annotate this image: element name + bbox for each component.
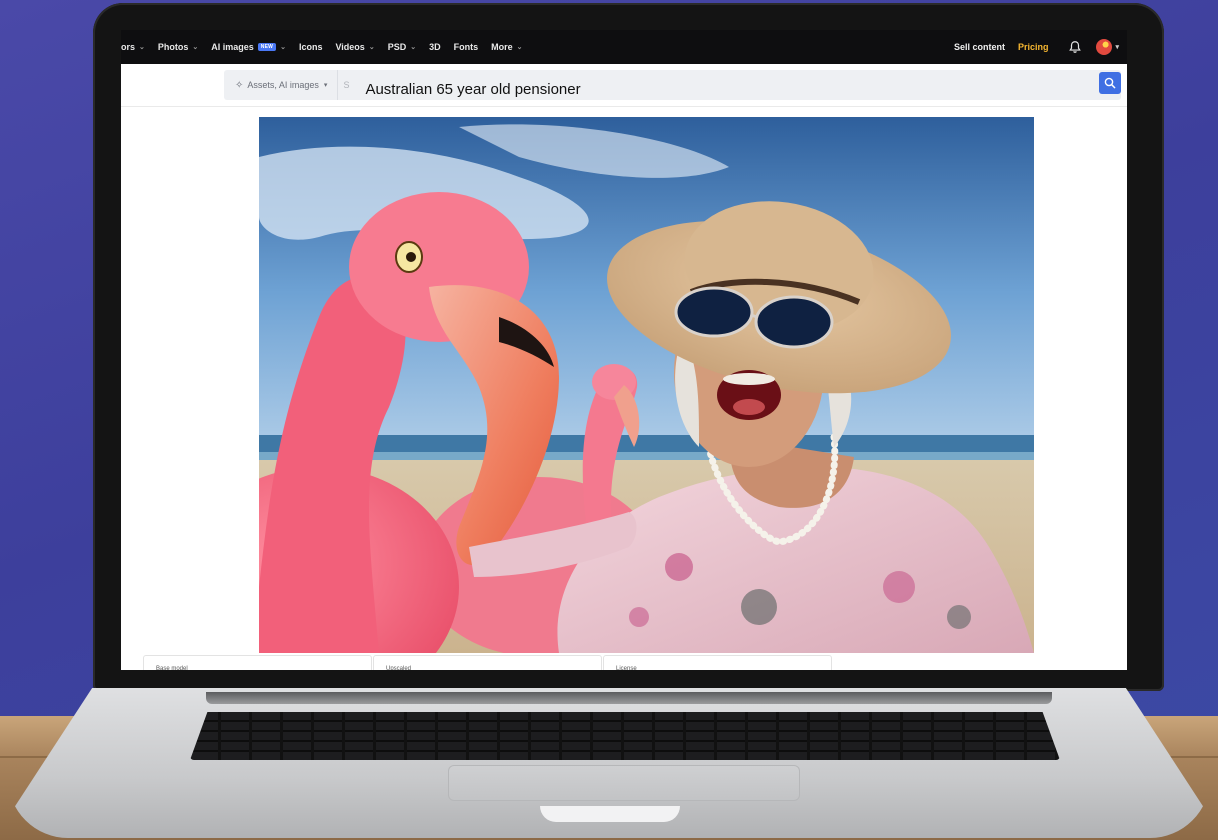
nav-right-group: Sell content Pricing ▾ xyxy=(954,39,1127,55)
search-bar: ✧ Assets, AI images ▾ S Australian 65 ye… xyxy=(224,70,1121,100)
nav-item-ai-images[interactable]: AI images NEW ⌄ xyxy=(211,42,286,52)
nav-item-label: AI images xyxy=(211,42,254,52)
chevron-down-icon: ⌄ xyxy=(192,44,199,51)
top-navigation-bar: ors ⌄ Photos ⌄ AI images NEW ⌄ Icons Vid… xyxy=(121,30,1127,64)
nav-item-label: PSD xyxy=(387,42,407,52)
nav-item-label: 3D xyxy=(429,42,441,52)
nav-item-label: More xyxy=(491,42,513,52)
browser-screen: ors ⌄ Photos ⌄ AI images NEW ⌄ Icons Vid… xyxy=(121,30,1127,670)
chevron-down-icon: ⌄ xyxy=(139,44,145,51)
chevron-down-icon: ⌄ xyxy=(516,44,523,51)
chevron-down-icon: ⌄ xyxy=(368,44,375,51)
nav-item-icons[interactable]: Icons xyxy=(299,42,323,52)
nav-item-more[interactable]: More ⌄ xyxy=(491,42,522,52)
nav-item-3d[interactable]: 3D xyxy=(429,42,441,52)
info-cards: Base model Upscaled License xyxy=(143,655,833,670)
search-row: ✧ Assets, AI images ▾ S Australian 65 ye… xyxy=(121,64,1127,107)
nav-item-fonts[interactable]: Fonts xyxy=(454,42,479,52)
nav-item-label: Fonts xyxy=(453,42,479,52)
search-placeholder-stub: S xyxy=(343,80,350,90)
nav-item-label: ors xyxy=(121,42,136,52)
chevron-down-icon: ▾ xyxy=(323,82,328,89)
new-badge: NEW xyxy=(257,43,277,51)
chevron-down-icon[interactable]: ▾ xyxy=(1115,43,1119,51)
laptop-hinge xyxy=(206,692,1052,704)
search-input[interactable]: Australian 65 year old pensioner xyxy=(365,81,580,98)
chevron-down-icon: ⌄ xyxy=(280,44,286,51)
info-card: License xyxy=(603,655,832,670)
nav-item-videos[interactable]: Videos ⌄ xyxy=(335,42,374,52)
search-icon xyxy=(1104,77,1116,89)
chevron-down-icon: ⌄ xyxy=(410,44,417,51)
info-card: Upscaled xyxy=(373,655,602,670)
laptop-keyboard xyxy=(190,712,1060,760)
nav-item-psd[interactable]: PSD ⌄ xyxy=(388,42,416,52)
nav-item-photos[interactable]: Photos ⌄ xyxy=(158,42,198,52)
sell-content-link[interactable]: Sell content xyxy=(954,42,1005,52)
avatar[interactable] xyxy=(1096,39,1113,55)
nav-item-label: Photos xyxy=(157,42,189,52)
asset-type-dropdown[interactable]: ✧ Assets, AI images ▾ xyxy=(224,70,339,100)
nav-item-label: Videos xyxy=(335,42,365,52)
info-card: Base model xyxy=(143,655,372,670)
nav-item-vectors[interactable]: ors ⌄ xyxy=(121,42,145,52)
pricing-link[interactable]: Pricing xyxy=(1018,42,1049,52)
generated-image xyxy=(259,117,1034,653)
laptop-trackpad xyxy=(448,765,800,801)
asset-type-label: Assets, AI images xyxy=(247,80,319,90)
search-button[interactable] xyxy=(1099,72,1121,94)
laptop-front-notch xyxy=(540,806,680,822)
assets-icon: ✧ xyxy=(235,79,244,91)
nav-item-label: Icons xyxy=(298,42,323,52)
bell-icon[interactable] xyxy=(1068,40,1082,54)
